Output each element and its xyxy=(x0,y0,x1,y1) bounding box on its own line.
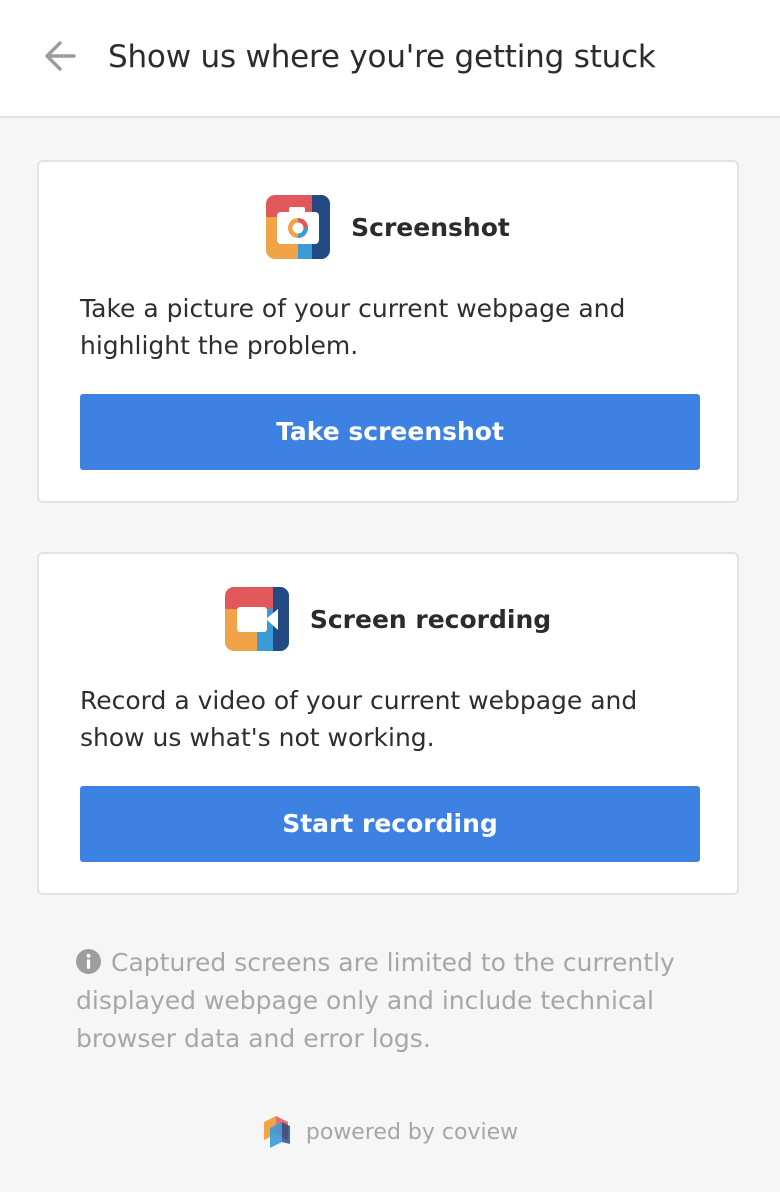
header-bar: Show us where you're getting stuck xyxy=(0,0,780,118)
video-camera-app-icon xyxy=(224,587,289,651)
start-recording-button[interactable]: Start recording xyxy=(80,786,700,862)
screenshot-card-title: Screenshot xyxy=(351,212,510,242)
info-icon xyxy=(76,949,101,974)
take-screenshot-button[interactable]: Take screenshot xyxy=(80,394,700,470)
powered-by-footer[interactable]: powered by coview xyxy=(0,1112,780,1152)
page-title: Show us where you're getting stuck xyxy=(108,39,656,75)
capture-disclaimer: Captured screens are limited to the curr… xyxy=(76,944,696,1058)
coview-logo-icon xyxy=(263,1116,290,1148)
screenshot-card-header: Screenshot xyxy=(39,194,737,260)
arrow-left-icon xyxy=(45,41,76,71)
back-button[interactable] xyxy=(36,34,84,78)
screenshot-card-description: Take a picture of your current webpage a… xyxy=(80,294,626,360)
powered-by-text: powered by coview xyxy=(305,1119,519,1145)
screenshot-card: Screenshot Take a picture of your curren… xyxy=(37,160,739,503)
screen-recording-card: Screen recording Record a video of your … xyxy=(37,552,739,895)
screen-recording-card-header: Screen recording xyxy=(39,586,737,652)
disclaimer-text: Captured screens are limited to the curr… xyxy=(76,948,675,1053)
screen-recording-card-title: Screen recording xyxy=(309,604,552,634)
screen-recording-card-description: Record a video of your current webpage a… xyxy=(80,686,638,752)
camera-app-icon xyxy=(266,195,331,259)
